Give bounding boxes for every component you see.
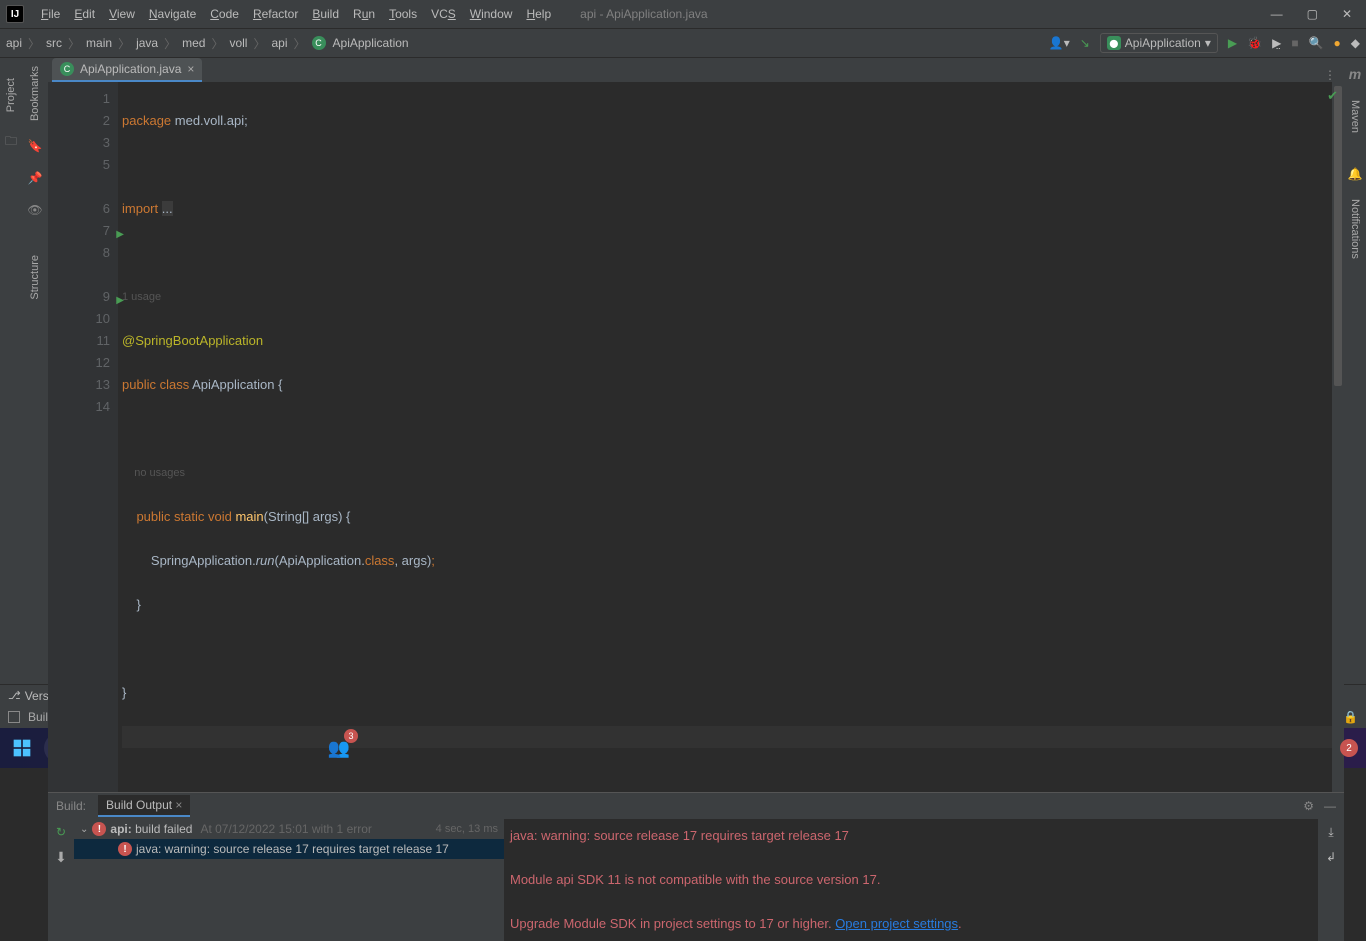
menu-vcs[interactable]: VCS	[426, 5, 461, 23]
badge: 3	[344, 729, 358, 743]
soft-wrap-icon[interactable]: ↲	[1326, 850, 1336, 864]
app-icon: IJ	[6, 5, 24, 23]
eye-icon[interactable]: 👁	[27, 203, 42, 217]
crumb[interactable]: med	[182, 36, 205, 50]
class-icon: C	[312, 36, 326, 50]
crumb[interactable]: java	[136, 36, 158, 50]
chevron-down-icon: ▾	[1205, 36, 1211, 50]
maven-icon[interactable]: m	[1349, 66, 1361, 82]
run-config-select[interactable]: ⬤ ApiApplication ▾	[1100, 33, 1218, 53]
crumb[interactable]: src	[46, 36, 62, 50]
maximize-icon[interactable]: ▢	[1307, 7, 1318, 21]
build-tree-item[interactable]: ! java: warning: source release 17 requi…	[74, 839, 504, 859]
project-tool-button[interactable]: Project	[5, 78, 17, 112]
build-hammer-icon[interactable]: ↘	[1080, 36, 1090, 50]
build-tree: ⌄ ! api: build failed At 07/12/2022 15:0…	[74, 819, 504, 941]
run-icon[interactable]: ▶	[1228, 36, 1237, 50]
settings-icon[interactable]: ⚙	[1303, 799, 1314, 813]
close-icon[interactable]: ✕	[1342, 7, 1352, 21]
bookmark-icon[interactable]: 🔖	[28, 139, 43, 153]
menu-run[interactable]: Run	[348, 5, 380, 23]
left-tools-secondary: Bookmarks 🔖 📌 👁 Structure	[22, 58, 48, 684]
ide-update-icon[interactable]: ●	[1334, 36, 1341, 50]
crumb[interactable]: api	[272, 36, 288, 50]
status-square-icon[interactable]	[8, 711, 20, 723]
menu-tools[interactable]: Tools	[384, 5, 422, 23]
crumb[interactable]: ApiApplication	[333, 36, 409, 50]
structure-tool-button[interactable]: Structure	[29, 255, 41, 300]
notifications-icon[interactable]: 🔔	[1348, 167, 1363, 181]
window-controls: — ▢ ✕	[1271, 7, 1360, 21]
menu-window[interactable]: Window	[465, 5, 518, 23]
search-icon[interactable]: 🔍	[1309, 36, 1324, 50]
inspection-ok-icon[interactable]: ✔	[1327, 88, 1338, 104]
export-icon[interactable]: ⤓	[1328, 825, 1333, 840]
editor-tab[interactable]: C ApiApplication.java ×	[52, 58, 202, 82]
rerun-icon[interactable]: ↻	[56, 825, 66, 839]
menu-build[interactable]: Build	[307, 5, 344, 23]
editor-tabs: C ApiApplication.java × ⋮	[48, 58, 1344, 82]
open-project-settings-link[interactable]: Open project settings	[835, 916, 958, 931]
right-tool-rail: m Maven 🔔 Notifications	[1344, 58, 1366, 684]
menu-file[interactable]: File	[36, 5, 65, 23]
menu-bar: File Edit View Navigate Code Refactor Bu…	[36, 5, 556, 23]
nav-bar: api〉 src〉 main〉 java〉 med〉 voll〉 api〉 C …	[0, 28, 1366, 58]
build-panel: Build: Build Output × ⚙ — ↻ ⬇ ⌄ ! api: b…	[48, 792, 1344, 941]
debug-icon[interactable]: 🐞	[1247, 36, 1262, 50]
editor-scrollbar[interactable]	[1332, 82, 1344, 792]
tab-close-icon[interactable]: ×	[187, 62, 194, 76]
code-editor[interactable]: 1 2 3 5 6 7▶ 8 9▶ 10 11 12 13 14 package…	[48, 82, 1344, 792]
run-coverage-icon[interactable]: ▶̤	[1272, 36, 1281, 50]
error-icon: !	[118, 842, 132, 856]
menu-edit[interactable]: Edit	[69, 5, 100, 23]
git-user-icon[interactable]: 👤▾	[1049, 36, 1070, 50]
project-icon[interactable]: 🗀	[5, 132, 17, 153]
chevron-down-icon[interactable]: ⌄	[80, 824, 88, 835]
stop-icon[interactable]: ■	[1291, 36, 1298, 50]
window-title: api - ApiApplication.java	[580, 7, 707, 21]
build-title: Build:	[56, 799, 86, 813]
minimize-icon[interactable]: —	[1271, 7, 1283, 21]
start-button[interactable]	[8, 734, 36, 762]
build-tree-root[interactable]: ⌄ ! api: build failed At 07/12/2022 15:0…	[74, 819, 504, 839]
code-content[interactable]: package med.voll.api; import ... 1 usage…	[118, 82, 1332, 792]
menu-view[interactable]: View	[104, 5, 140, 23]
gutter: 1 2 3 5 6 7▶ 8 9▶ 10 11 12 13 14	[48, 82, 118, 792]
spring-icon: ⬤	[1107, 36, 1121, 50]
menu-navigate[interactable]: Navigate	[144, 5, 201, 23]
notification-center-icon[interactable]: 2	[1340, 739, 1358, 757]
crumb[interactable]: main	[86, 36, 112, 50]
notifications-tool-button[interactable]: Notifications	[1349, 199, 1361, 259]
teams-icon[interactable]: 👥3	[324, 733, 354, 763]
menu-code[interactable]: Code	[205, 5, 244, 23]
tab-menu-icon[interactable]: ⋮	[1324, 68, 1336, 82]
minimize-panel-icon[interactable]: —	[1324, 799, 1336, 813]
toolbox-icon[interactable]: ◆	[1351, 36, 1360, 50]
build-output[interactable]: java: warning: source release 17 require…	[504, 819, 1318, 941]
build-right-toolbar: ⤓ ↲	[1318, 819, 1344, 941]
build-left-toolbar: ↻ ⬇	[48, 819, 74, 941]
maven-tool-button[interactable]: Maven	[1349, 100, 1361, 133]
error-icon: !	[92, 822, 106, 836]
build-output-tab[interactable]: Build Output ×	[98, 795, 190, 817]
class-icon: C	[60, 62, 74, 76]
tab-label: ApiApplication.java	[80, 62, 181, 76]
crumb[interactable]: voll	[229, 36, 247, 50]
bookmarks-tool-button[interactable]: Bookmarks	[29, 66, 41, 121]
pin-icon[interactable]: 📌	[28, 171, 43, 185]
breadcrumbs: api〉 src〉 main〉 java〉 med〉 voll〉 api〉 C …	[6, 35, 409, 52]
close-icon[interactable]: ×	[175, 798, 182, 812]
crumb[interactable]: api	[6, 36, 22, 50]
run-config-label: ApiApplication	[1125, 36, 1201, 50]
menu-help[interactable]: Help	[521, 5, 556, 23]
left-tool-rail: Project 🗀	[0, 58, 22, 684]
scroll-icon[interactable]: ⬇	[55, 849, 67, 866]
menu-refactor[interactable]: Refactor	[248, 5, 303, 23]
title-bar: IJ File Edit View Navigate Code Refactor…	[0, 0, 1366, 28]
readonly-lock-icon[interactable]: 🔒	[1343, 710, 1358, 724]
build-panel-header: Build: Build Output × ⚙ —	[48, 793, 1344, 819]
